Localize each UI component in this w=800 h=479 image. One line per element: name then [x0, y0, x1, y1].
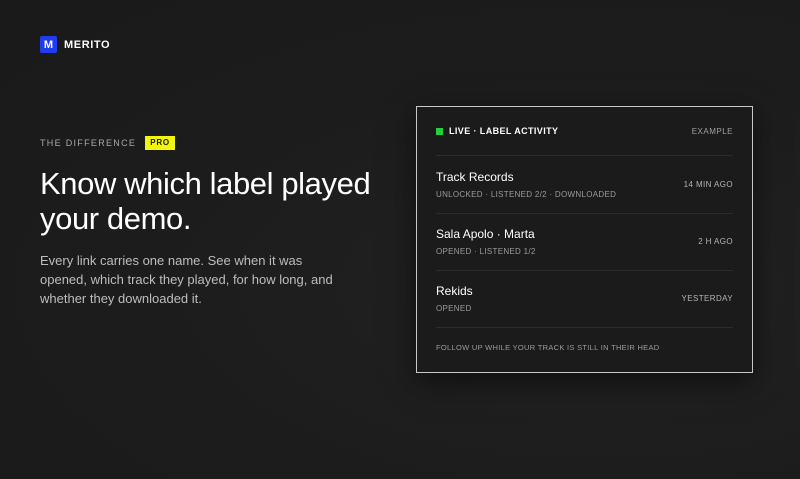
activity-row-info: Rekids OPENED — [436, 284, 473, 313]
activity-row-title: Rekids — [436, 284, 473, 298]
section-eyebrow: THE DIFFERENCE PRO — [40, 136, 175, 150]
activity-row-status: OPENED · LISTENED 1/2 — [436, 247, 536, 256]
activity-row: Track Records UNLOCKED · LISTENED 2/2 · … — [436, 156, 733, 214]
activity-row-title: Sala Apolo · Marta — [436, 227, 535, 241]
body-copy: Every link carries one name. See when it… — [40, 253, 333, 306]
live-indicator: LIVE · LABEL ACTIVITY — [436, 126, 558, 136]
activity-row-info: Sala Apolo · Marta OPENED · LISTENED 1/2 — [436, 227, 536, 256]
example-tag: EXAMPLE — [691, 126, 733, 136]
activity-row-status: UNLOCKED · LISTENED 2/2 · DOWNLOADED — [436, 190, 617, 199]
activity-row-time: 2 H AGO — [698, 237, 733, 246]
activity-row-time: 14 MIN AGO — [683, 180, 733, 189]
activity-row-info: Track Records UNLOCKED · LISTENED 2/2 · … — [436, 170, 616, 199]
live-dot-icon — [436, 127, 443, 135]
label-activity-card: LIVE · LABEL ACTIVITY EXAMPLE Track Reco… — [416, 106, 753, 373]
logo-mark: M — [40, 36, 57, 53]
activity-row: Rekids OPENED YESTERDAY — [436, 270, 733, 328]
activity-row: Sala Apolo · Marta OPENED · LISTENED 1/2… — [436, 213, 733, 271]
activity-row-time: YESTERDAY — [681, 294, 733, 303]
activity-row-status: OPENED — [436, 304, 472, 313]
headline: Know which label played your demo. — [40, 166, 371, 236]
live-label: LIVE · LABEL ACTIVITY — [449, 126, 559, 136]
card-header: LIVE · LABEL ACTIVITY EXAMPLE — [436, 107, 733, 156]
page: M MERITO THE DIFFERENCE PRO Know which l… — [0, 0, 800, 479]
eyebrow-label: THE DIFFERENCE — [40, 138, 137, 148]
card-footer-note: FOLLOW UP WHILE YOUR TRACK IS STILL IN T… — [436, 343, 660, 352]
logo-wordmark: MERITO — [64, 38, 111, 51]
pro-badge: PRO — [145, 136, 175, 150]
activity-row-title: Track Records — [436, 170, 514, 184]
brand-logo[interactable]: M MERITO — [40, 36, 110, 53]
